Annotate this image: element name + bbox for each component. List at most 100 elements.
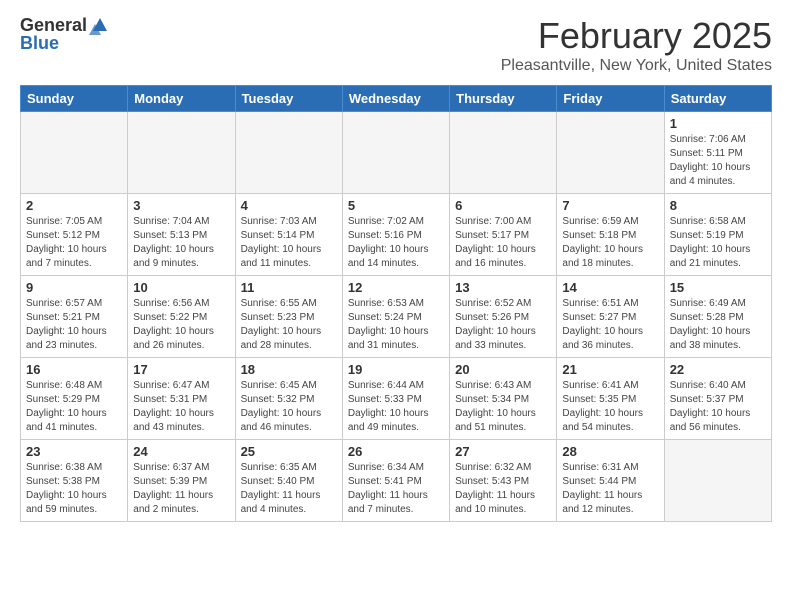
day-number: 17: [133, 362, 229, 377]
day-number: 26: [348, 444, 444, 459]
day-detail: Sunrise: 6:59 AM Sunset: 5:18 PM Dayligh…: [562, 215, 658, 271]
day-number: 12: [348, 280, 444, 295]
day-cell: 26Sunrise: 6:34 AM Sunset: 5:41 PM Dayli…: [342, 440, 449, 522]
header: General Blue February 2025 Pleasantville…: [20, 15, 772, 75]
calendar-header-sunday: Sunday: [21, 86, 128, 112]
day-detail: Sunrise: 6:57 AM Sunset: 5:21 PM Dayligh…: [26, 297, 122, 353]
day-cell: [664, 440, 771, 522]
day-number: 18: [241, 362, 337, 377]
day-cell: 20 Sunrise: 6:43 AM Sunset: 5:34 PM Dayli…: [450, 358, 557, 440]
calendar-header-wednesday: Wednesday: [342, 86, 449, 112]
day-number: 7: [562, 198, 658, 213]
day-cell: 11 Sunrise: 6:55 AM Sunset: 5:23 PM Dayli…: [235, 276, 342, 358]
page: General Blue February 2025 Pleasantville…: [0, 0, 792, 612]
day-cell: 4 Sunrise: 7:03 AM Sunset: 5:14 PM Daylig…: [235, 194, 342, 276]
title-block: February 2025 Pleasantville, New York, U…: [501, 15, 772, 75]
day-detail: Sunrise: 6:51 AM Sunset: 5:27 PM Dayligh…: [562, 297, 658, 353]
day-number: 14: [562, 280, 658, 295]
day-number: 19: [348, 362, 444, 377]
day-cell: [235, 112, 342, 194]
day-cell: 13Sunrise: 6:52 AM Sunset: 5:26 PM Dayli…: [450, 276, 557, 358]
day-detail: Sunrise: 6:49 AM Sunset: 5:28 PM Dayligh…: [670, 297, 766, 353]
day-cell: 21Sunrise: 6:41 AM Sunset: 5:35 PM Dayli…: [557, 358, 664, 440]
day-cell: 14 Sunrise: 6:51 AM Sunset: 5:27 PM Dayli…: [557, 276, 664, 358]
day-number: 28: [562, 444, 658, 459]
week-row-4: 16 Sunrise: 6:48 AM Sunset: 5:29 PM Dayli…: [21, 358, 772, 440]
day-cell: 7 Sunrise: 6:59 AM Sunset: 5:18 PM Daylig…: [557, 194, 664, 276]
day-detail: Sunrise: 7:03 AM Sunset: 5:14 PM Dayligh…: [241, 215, 337, 271]
day-cell: 2 Sunrise: 7:05 AM Sunset: 5:12 PM Daylig…: [21, 194, 128, 276]
day-cell: 8 Sunrise: 6:58 AM Sunset: 5:19 PM Daylig…: [664, 194, 771, 276]
day-number: 25: [241, 444, 337, 459]
day-cell: [557, 112, 664, 194]
day-number: 10: [133, 280, 229, 295]
day-cell: [21, 112, 128, 194]
day-detail: Sunrise: 6:53 AM Sunset: 5:24 PM Dayligh…: [348, 297, 444, 353]
day-number: 22: [670, 362, 766, 377]
day-number: 15: [670, 280, 766, 295]
day-cell: 16 Sunrise: 6:48 AM Sunset: 5:29 PM Dayli…: [21, 358, 128, 440]
day-number: 20: [455, 362, 551, 377]
day-number: 5: [348, 198, 444, 213]
day-number: 3: [133, 198, 229, 213]
day-cell: 3 Sunrise: 7:04 AM Sunset: 5:13 PM Daylig…: [128, 194, 235, 276]
day-number: 6: [455, 198, 551, 213]
week-row-3: 9 Sunrise: 6:57 AM Sunset: 5:21 PM Daylig…: [21, 276, 772, 358]
day-cell: 28 Sunrise: 6:31 AM Sunset: 5:44 PM Dayli…: [557, 440, 664, 522]
day-detail: Sunrise: 6:56 AM Sunset: 5:22 PM Dayligh…: [133, 297, 229, 353]
day-cell: 10 Sunrise: 6:56 AM Sunset: 5:22 PM Dayli…: [128, 276, 235, 358]
day-number: 8: [670, 198, 766, 213]
day-cell: 18 Sunrise: 6:45 AM Sunset: 5:32 PM Dayli…: [235, 358, 342, 440]
day-number: 16: [26, 362, 122, 377]
day-detail: Sunrise: 6:58 AM Sunset: 5:19 PM Dayligh…: [670, 215, 766, 271]
day-cell: 27 Sunrise: 6:32 AM Sunset: 5:43 PM Dayli…: [450, 440, 557, 522]
calendar-header-friday: Friday: [557, 86, 664, 112]
calendar: SundayMondayTuesdayWednesdayThursdayFrid…: [20, 85, 772, 522]
logo: General Blue: [20, 15, 111, 54]
day-detail: Sunrise: 6:37 AM Sunset: 5:39 PM Dayligh…: [133, 461, 229, 517]
week-row-1: 1 Sunrise: 7:06 AM Sunset: 5:11 PM Daylig…: [21, 112, 772, 194]
day-number: 11: [241, 280, 337, 295]
day-cell: 6 Sunrise: 7:00 AM Sunset: 5:17 PM Daylig…: [450, 194, 557, 276]
day-number: 1: [670, 116, 766, 131]
day-detail: Sunrise: 6:43 AM Sunset: 5:34 PM Dayligh…: [455, 379, 551, 435]
calendar-header-monday: Monday: [128, 86, 235, 112]
day-cell: [450, 112, 557, 194]
day-detail: Sunrise: 6:48 AM Sunset: 5:29 PM Dayligh…: [26, 379, 122, 435]
day-detail: Sunrise: 6:35 AM Sunset: 5:40 PM Dayligh…: [241, 461, 337, 517]
day-cell: 24Sunrise: 6:37 AM Sunset: 5:39 PM Dayli…: [128, 440, 235, 522]
day-detail: Sunrise: 6:40 AM Sunset: 5:37 PM Dayligh…: [670, 379, 766, 435]
day-number: 9: [26, 280, 122, 295]
day-number: 23: [26, 444, 122, 459]
location: Pleasantville, New York, United States: [501, 57, 772, 75]
day-number: 2: [26, 198, 122, 213]
day-number: 4: [241, 198, 337, 213]
day-detail: Sunrise: 6:31 AM Sunset: 5:44 PM Dayligh…: [562, 461, 658, 517]
day-detail: Sunrise: 6:55 AM Sunset: 5:23 PM Dayligh…: [241, 297, 337, 353]
day-cell: 19Sunrise: 6:44 AM Sunset: 5:33 PM Dayli…: [342, 358, 449, 440]
day-cell: 17 Sunrise: 6:47 AM Sunset: 5:31 PM Dayli…: [128, 358, 235, 440]
logo-triangle-icon: [89, 13, 111, 35]
day-number: 13: [455, 280, 551, 295]
day-number: 21: [562, 362, 658, 377]
day-cell: 12 Sunrise: 6:53 AM Sunset: 5:24 PM Dayli…: [342, 276, 449, 358]
day-detail: Sunrise: 7:02 AM Sunset: 5:16 PM Dayligh…: [348, 215, 444, 271]
day-cell: 15 Sunrise: 6:49 AM Sunset: 5:28 PM Dayli…: [664, 276, 771, 358]
week-row-5: 23Sunrise: 6:38 AM Sunset: 5:38 PM Dayli…: [21, 440, 772, 522]
calendar-header-thursday: Thursday: [450, 86, 557, 112]
day-cell: 23Sunrise: 6:38 AM Sunset: 5:38 PM Dayli…: [21, 440, 128, 522]
month-title: February 2025: [501, 15, 772, 57]
day-detail: Sunrise: 6:47 AM Sunset: 5:31 PM Dayligh…: [133, 379, 229, 435]
day-detail: Sunrise: 6:32 AM Sunset: 5:43 PM Dayligh…: [455, 461, 551, 517]
day-detail: Sunrise: 7:04 AM Sunset: 5:13 PM Dayligh…: [133, 215, 229, 271]
day-cell: 22 Sunrise: 6:40 AM Sunset: 5:37 PM Dayli…: [664, 358, 771, 440]
week-row-2: 2 Sunrise: 7:05 AM Sunset: 5:12 PM Daylig…: [21, 194, 772, 276]
day-cell: 9 Sunrise: 6:57 AM Sunset: 5:21 PM Daylig…: [21, 276, 128, 358]
day-detail: Sunrise: 7:06 AM Sunset: 5:11 PM Dayligh…: [670, 133, 766, 189]
calendar-header-tuesday: Tuesday: [235, 86, 342, 112]
day-detail: Sunrise: 6:45 AM Sunset: 5:32 PM Dayligh…: [241, 379, 337, 435]
calendar-header-saturday: Saturday: [664, 86, 771, 112]
day-number: 27: [455, 444, 551, 459]
day-detail: Sunrise: 7:05 AM Sunset: 5:12 PM Dayligh…: [26, 215, 122, 271]
day-detail: Sunrise: 7:00 AM Sunset: 5:17 PM Dayligh…: [455, 215, 551, 271]
